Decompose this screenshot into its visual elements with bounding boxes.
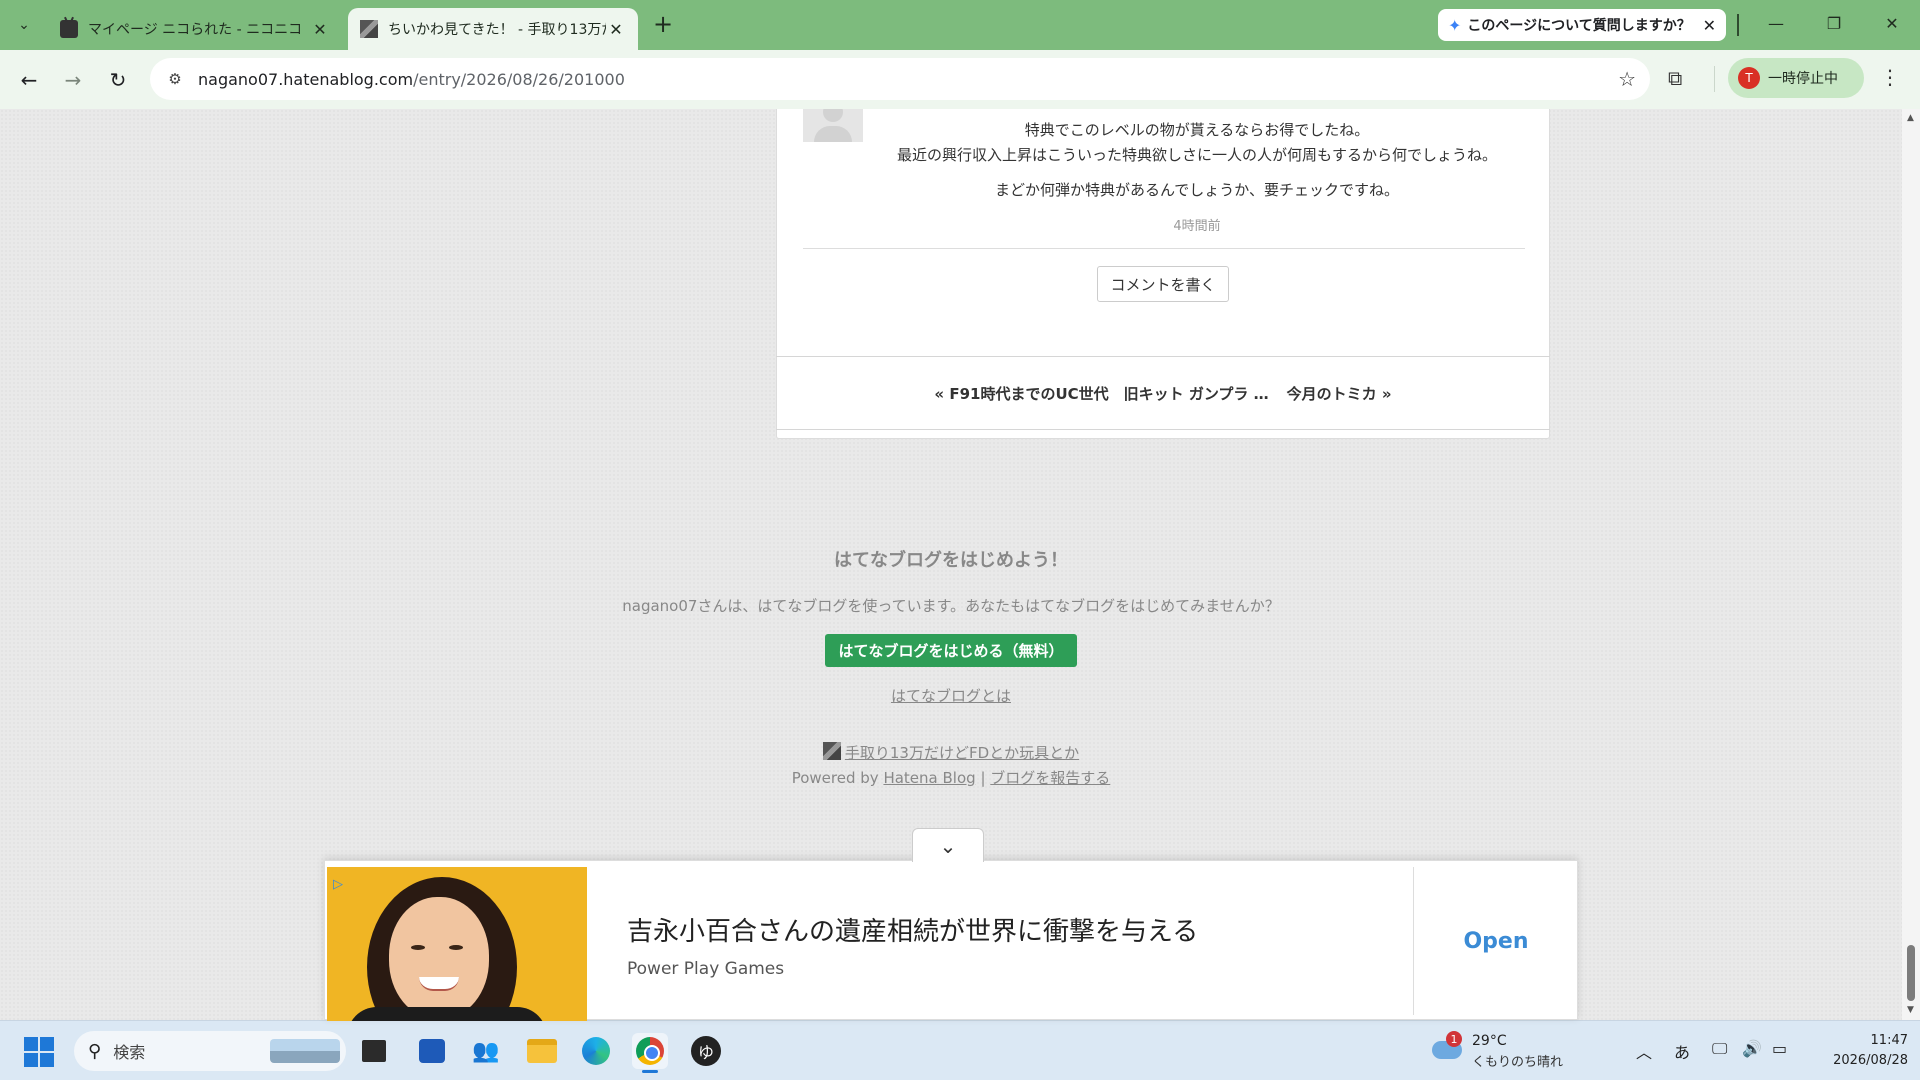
scrollbar-thumb[interactable] — [1907, 945, 1915, 1001]
blog-thumb-icon — [360, 20, 378, 38]
promo-description: nagano07さんは、はてなブログを使っています。あなたもはてなブログをはじめ… — [622, 597, 1280, 615]
yu-app-icon[interactable]: ゆ — [688, 1033, 724, 1069]
about-hatena-blog-link[interactable]: はてなブログとは — [0, 685, 1902, 706]
tab-title: マイページ ニコられた - ニコニコ — [88, 22, 303, 38]
ad-open-button[interactable]: Open — [1413, 867, 1579, 1015]
back-arrow-icon[interactable]: ← — [14, 65, 44, 95]
browser-toolbar: ← → ↻ ⚙ nagano07.hatenablog.com/entry/20… — [0, 50, 1920, 109]
page-scrollbar[interactable]: ▲ ▼ — [1902, 109, 1920, 1020]
blog-home-link[interactable]: 手取り13万だけどFDとか玩具とか — [845, 744, 1079, 762]
tab-search-chevron-icon[interactable]: ⌄ — [10, 11, 38, 39]
windows-start-icon[interactable] — [24, 1037, 54, 1067]
bookmark-star-icon[interactable]: ☆ — [1618, 67, 1636, 91]
battery-icon[interactable]: ▭ — [1772, 1039, 1787, 1058]
sparkle-icon: ✦ — [1448, 15, 1462, 35]
entry-pager: « F91時代までのUC世代 旧キット ガンプラ … 今月のトミカ » — [776, 356, 1550, 430]
close-icon[interactable]: ✕ — [606, 20, 626, 39]
window-close-icon[interactable]: ✕ — [1872, 10, 1912, 38]
blog-thumb-icon — [822, 742, 841, 760]
ad-image[interactable]: ▷ — [327, 867, 587, 1021]
new-tab-button[interactable]: + — [650, 12, 676, 38]
taskbar: ⚲ 検索 👥 ゆ 1 29°C くもりのち晴れ ︿ あ 🖵 🔊 ▭ 11:47 … — [0, 1020, 1920, 1080]
next-entry-link[interactable]: 今月のトミカ » — [1287, 383, 1392, 404]
tab-strip: ⌄ マイページ ニコられた - ニコニコ ✕ ちいかわ見てきた！ - 手取り13… — [0, 0, 1920, 50]
scroll-down-arrow-icon[interactable]: ▼ — [1907, 1005, 1914, 1015]
ask-about-page-label: このページについて質問しますか？ — [1467, 18, 1691, 34]
address-bar[interactable]: ⚙ nagano07.hatenablog.com/entry/2026/08/… — [150, 58, 1650, 100]
url-text: nagano07.hatenablog.com/entry/2026/08/26… — [198, 69, 625, 89]
hatena-blog-link[interactable]: Hatena Blog — [883, 769, 975, 787]
teams-icon[interactable]: 👥 — [468, 1033, 504, 1069]
reload-icon[interactable]: ↻ — [103, 65, 133, 95]
divider — [803, 248, 1525, 249]
volume-icon[interactable]: 🔊 — [1742, 1039, 1762, 1058]
chevron-up-icon[interactable]: ︿ — [1636, 1039, 1652, 1063]
anchor-ad[interactable]: ▷ 吉永小百合さんの遺産相続が世界に衝撃を与える Power Play Game… — [324, 860, 1579, 1021]
restore-icon[interactable]: ❐ — [1814, 10, 1854, 38]
commenter-avatar — [803, 109, 863, 142]
clock-time: 11:47 — [1870, 1033, 1908, 1048]
search-highlight-image — [270, 1039, 340, 1063]
weather-widget[interactable]: 1 29°C くもりのち晴れ — [1432, 1031, 1572, 1073]
chrome-icon[interactable] — [632, 1033, 668, 1073]
tab-niconico[interactable]: マイページ ニコられた - ニコニコ ✕ — [48, 8, 342, 50]
notification-badge: 1 — [1446, 1031, 1462, 1047]
close-icon[interactable]: ✕ — [310, 20, 330, 39]
prev-entry-link[interactable]: « F91時代までのUC世代 旧キット ガンプラ … — [934, 383, 1268, 404]
microsoft-store-icon[interactable] — [414, 1033, 450, 1069]
scroll-up-arrow-icon[interactable]: ▲ — [1907, 113, 1914, 123]
weather-condition: くもりのち晴れ — [1472, 1055, 1564, 1070]
more-menu-icon[interactable]: ⋮ — [1880, 65, 1900, 89]
system-clock[interactable]: 11:47 2026/08/28 — [1812, 1031, 1908, 1071]
clock-date: 2026/08/28 — [1833, 1053, 1908, 1068]
weather-temperature: 29°C — [1472, 1033, 1507, 1049]
ime-indicator[interactable]: あ — [1674, 1039, 1690, 1063]
comment-body: 特典でこのレベルの物が貰えるならお得でしたね。 最近の興行収入上昇はこういった特典… — [877, 118, 1517, 213]
promo-title: はてなブログをはじめよう！ — [834, 550, 1068, 571]
comment-line: まどか何弾か特典があるんでしょうか、要チェックですね。 — [995, 181, 1399, 199]
comment-line: 特典でこのレベルの物が貰えるならお得でしたね。 最近の興行収入上昇はこういった特典… — [896, 121, 1497, 164]
search-icon: ⚲ — [88, 1040, 102, 1062]
minimize-icon[interactable]: — — [1756, 10, 1796, 38]
ad-collapse-chevron-icon[interactable]: ⌄ — [912, 828, 984, 862]
file-explorer-icon[interactable] — [524, 1033, 560, 1069]
site-info-icon[interactable]: ⚙ — [164, 68, 186, 90]
ad-headline[interactable]: 吉永小百合さんの遺産相続が世界に衝撃を与える — [627, 911, 1198, 948]
search-placeholder: 検索 — [113, 1043, 146, 1062]
profile-button[interactable]: T 一時停止中 — [1728, 58, 1864, 98]
divider — [1714, 66, 1715, 92]
comment-timestamp: 4時間前 — [1173, 219, 1221, 234]
extensions-puzzle-icon[interactable]: ⧉ — [1668, 66, 1682, 90]
taskbar-search[interactable]: ⚲ 検索 — [74, 1031, 346, 1071]
footer-powered-by: Powered by Hatena Blog | ブログを報告する — [791, 769, 1111, 787]
profile-status: 一時停止中 — [1768, 71, 1838, 87]
write-comment-button[interactable]: コメントを書く — [1097, 266, 1229, 302]
adchoices-icon[interactable]: ▷ — [333, 877, 343, 892]
footer-blog-title: 手取り13万だけどFDとか玩具とか — [0, 742, 1902, 763]
divider — [1737, 14, 1739, 36]
close-icon[interactable]: ✕ — [1703, 16, 1716, 35]
avatar: T — [1738, 67, 1760, 89]
task-view-icon[interactable] — [356, 1033, 392, 1069]
ask-about-page-pill[interactable]: ✦ このページについて質問しますか？ ✕ — [1438, 9, 1726, 41]
niconico-tv-icon — [60, 20, 78, 38]
tab-hatena-blog[interactable]: ちいかわ見てきた！ - 手取り13万だ ✕ — [348, 8, 638, 50]
tab-title: ちいかわ見てきた！ - 手取り13万だ — [388, 22, 606, 38]
network-icon[interactable]: 🖵 — [1712, 1039, 1727, 1059]
edge-icon[interactable] — [578, 1033, 614, 1069]
report-blog-link[interactable]: ブログを報告する — [990, 769, 1110, 787]
forward-arrow-icon[interactable]: → — [58, 65, 88, 95]
start-blog-button[interactable]: はてなブログをはじめる（無料） — [825, 634, 1077, 667]
ad-advertiser: Power Play Games — [627, 959, 785, 979]
